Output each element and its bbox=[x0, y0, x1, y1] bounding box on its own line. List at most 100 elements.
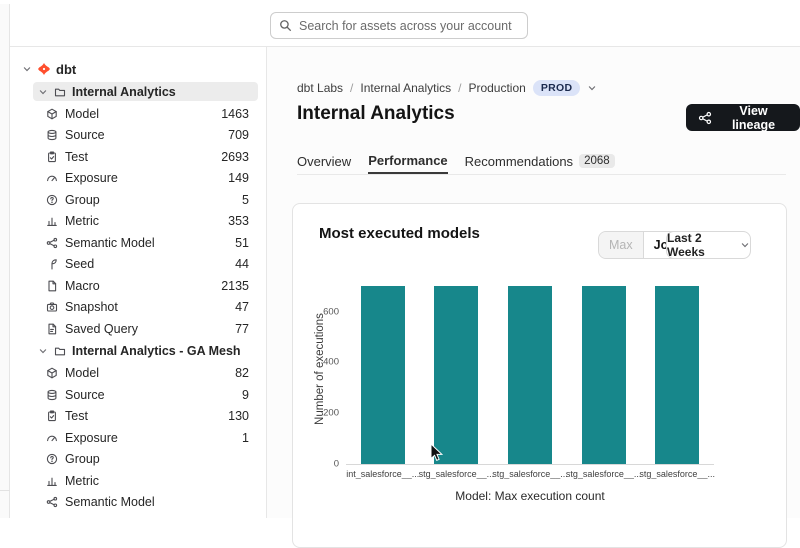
x-category-label: stg_salesforce__... bbox=[490, 469, 570, 479]
x-category-label: stg_salesforce__... bbox=[564, 469, 644, 479]
item-label: Semantic Model bbox=[65, 236, 155, 250]
y-tick-0: 0 bbox=[299, 459, 339, 470]
sidebar-item-semantic-model[interactable]: Semantic Model bbox=[10, 492, 266, 514]
item-label: Model bbox=[65, 366, 99, 380]
date-range-value: Last 2 Weeks bbox=[667, 231, 734, 259]
item-count: 1463 bbox=[221, 107, 249, 121]
sidebar-item-semantic-model[interactable]: Semantic Model 51 bbox=[10, 232, 266, 254]
bar-stg_salesforce__...[interactable] bbox=[508, 286, 552, 464]
snapshot-icon bbox=[46, 301, 58, 313]
tab-badge: 2068 bbox=[579, 154, 615, 168]
tab-performance[interactable]: Performance bbox=[368, 153, 447, 174]
item-count: 353 bbox=[228, 214, 249, 228]
bar-stg_salesforce__...[interactable] bbox=[434, 286, 478, 464]
item-count: 44 bbox=[235, 257, 249, 271]
sidebar-root-dbt[interactable]: dbt bbox=[10, 59, 266, 79]
sidebar-item-model[interactable]: Model 1463 bbox=[10, 103, 266, 125]
search-input[interactable] bbox=[299, 19, 519, 33]
item-label: Source bbox=[65, 388, 105, 402]
sidebar-item-snapshot[interactable]: Snapshot 47 bbox=[10, 297, 266, 319]
tab-recommendations[interactable]: Recommendations 2068 bbox=[465, 153, 615, 174]
sidebar-project-internal-analytics-ga-mesh[interactable]: Internal Analytics - GA Mesh bbox=[33, 342, 258, 361]
item-count: 77 bbox=[235, 322, 249, 336]
view-lineage-button[interactable]: View lineage bbox=[686, 104, 800, 131]
sidebar-item-model[interactable]: Model 82 bbox=[10, 363, 266, 385]
item-count: 9 bbox=[242, 388, 249, 402]
tab-label: Overview bbox=[297, 154, 351, 169]
breadcrumb-environment[interactable]: Production bbox=[468, 81, 525, 95]
breadcrumb-separator: / bbox=[350, 81, 353, 95]
project-label: Internal Analytics - GA Mesh bbox=[72, 344, 241, 358]
item-label: Source bbox=[65, 128, 105, 142]
sidebar-item-seed[interactable]: Seed44 bbox=[10, 254, 266, 276]
item-label: Group bbox=[65, 452, 100, 466]
y-tick-400: 400 bbox=[299, 357, 339, 368]
chevron-down-icon[interactable] bbox=[38, 346, 48, 356]
top-header bbox=[10, 4, 800, 47]
bar-stg_salesforce__...[interactable] bbox=[582, 286, 626, 464]
page-title: Internal Analytics bbox=[297, 103, 455, 125]
x-category-label: int_salesforce__... bbox=[343, 469, 423, 479]
breadcrumb: dbt Labs / Internal Analytics / Producti… bbox=[297, 80, 597, 96]
bar-stg_salesforce__...[interactable] bbox=[655, 286, 699, 464]
sidebar-item-test[interactable]: Test2693 bbox=[10, 146, 266, 168]
tab-bar-divider bbox=[297, 174, 786, 175]
x-axis-line bbox=[346, 464, 714, 465]
folder-icon bbox=[54, 345, 66, 357]
breadcrumb-project[interactable]: Internal Analytics bbox=[360, 81, 451, 95]
item-label: Test bbox=[65, 150, 88, 164]
date-range-dropdown[interactable]: Last 2 Weeks bbox=[666, 231, 751, 259]
x-category-label: stg_salesforce__... bbox=[416, 469, 496, 479]
sidebar-item-saved-query[interactable]: Saved Query77 bbox=[10, 318, 266, 340]
item-count: 709 bbox=[228, 128, 249, 142]
item-label: Metric bbox=[65, 214, 99, 228]
tab-label: Recommendations bbox=[465, 154, 573, 169]
global-search[interactable] bbox=[270, 12, 528, 39]
item-count: 51 bbox=[235, 236, 249, 250]
sidebar-item-test[interactable]: Test130 bbox=[10, 406, 266, 428]
sidebar-item-macro[interactable]: Macro2135 bbox=[10, 275, 266, 297]
chevron-down-icon[interactable] bbox=[22, 64, 32, 74]
item-label: Semantic Model bbox=[65, 495, 155, 509]
sidebar-item-source[interactable]: Source 9 bbox=[10, 384, 266, 406]
item-label: Snapshot bbox=[65, 300, 118, 314]
sidebar-item-exposure[interactable]: Exposure149 bbox=[10, 168, 266, 190]
item-label: Exposure bbox=[65, 431, 118, 445]
chevron-down-icon bbox=[740, 240, 750, 250]
semantic-model-icon bbox=[46, 237, 58, 249]
item-label: Group bbox=[65, 193, 100, 207]
sidebar-project-internal-analytics[interactable]: Internal Analytics bbox=[33, 82, 258, 101]
view-lineage-label: View lineage bbox=[719, 104, 788, 132]
saved-query-icon bbox=[46, 323, 58, 335]
source-icon bbox=[46, 389, 58, 401]
tab-overview[interactable]: Overview bbox=[297, 153, 351, 174]
sidebar-item-metric[interactable]: Metric 353 bbox=[10, 211, 266, 233]
macro-icon bbox=[46, 280, 58, 292]
folder-icon bbox=[54, 86, 66, 98]
sidebar-item-group[interactable]: Group bbox=[10, 449, 266, 471]
model-icon bbox=[46, 367, 58, 379]
sidebar-item-exposure[interactable]: Exposure1 bbox=[10, 427, 266, 449]
group-icon bbox=[46, 453, 58, 465]
sidebar-item-source[interactable]: Source 709 bbox=[10, 125, 266, 147]
test-icon bbox=[46, 410, 58, 422]
sidebar-item-group[interactable]: Group5 bbox=[10, 189, 266, 211]
item-count: 82 bbox=[235, 366, 249, 380]
exposure-icon bbox=[46, 432, 58, 444]
item-count: 47 bbox=[235, 300, 249, 314]
chevron-down-icon[interactable] bbox=[38, 87, 48, 97]
chevron-down-icon[interactable] bbox=[587, 83, 597, 93]
test-icon bbox=[46, 151, 58, 163]
most-executed-models-card: Most executed models Max Job Last 2 Week… bbox=[292, 203, 787, 548]
item-count: 149 bbox=[228, 171, 249, 185]
breadcrumb-account[interactable]: dbt Labs bbox=[297, 81, 343, 95]
seed-icon bbox=[46, 258, 58, 270]
toggle-max[interactable]: Max bbox=[599, 232, 643, 258]
bar-int_salesforce__...[interactable] bbox=[361, 286, 405, 464]
rail-divider bbox=[0, 490, 10, 491]
left-rail bbox=[0, 4, 10, 518]
item-label: Model bbox=[65, 107, 99, 121]
tab-label: Performance bbox=[368, 153, 447, 168]
dbt-logo bbox=[38, 63, 50, 75]
sidebar-item-metric[interactable]: Metric bbox=[10, 470, 266, 492]
